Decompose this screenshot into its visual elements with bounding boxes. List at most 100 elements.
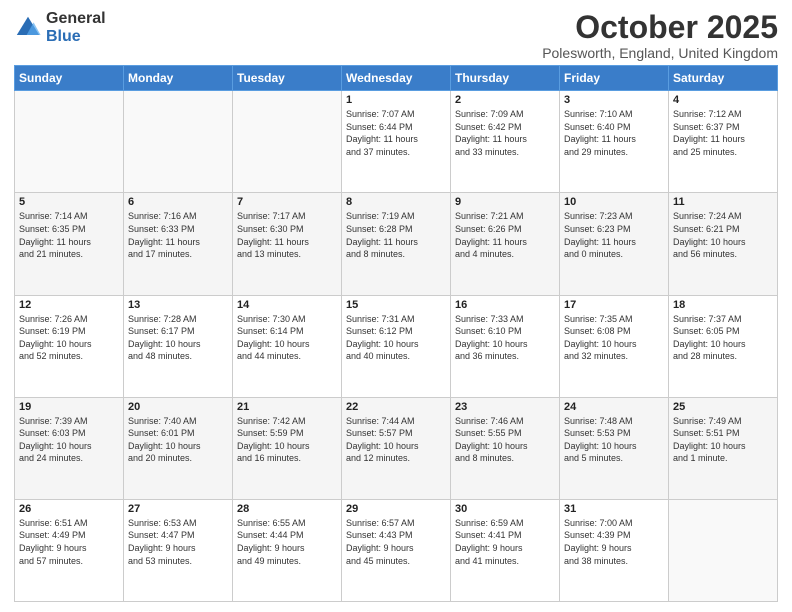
table-row: 13 Sunrise: 7:28 AM Sunset: 6:17 PM Dayli… — [124, 295, 233, 397]
day-number: 20 — [128, 401, 228, 413]
page: General Blue October 2025 Polesworth, En… — [0, 0, 792, 612]
calendar-week-row: 5 Sunrise: 7:14 AM Sunset: 6:35 PM Daylig… — [15, 193, 778, 295]
day-number: 22 — [346, 401, 446, 413]
day-info: Sunrise: 7:40 AM Sunset: 6:01 PM Dayligh… — [128, 415, 228, 465]
day-number: 21 — [237, 401, 337, 413]
table-row: 4 Sunrise: 7:12 AM Sunset: 6:37 PM Daylig… — [669, 91, 778, 193]
table-row: 25 Sunrise: 7:49 AM Sunset: 5:51 PM Dayli… — [669, 397, 778, 499]
day-number: 10 — [564, 196, 664, 208]
day-info: Sunrise: 6:55 AM Sunset: 4:44 PM Dayligh… — [237, 517, 337, 567]
day-number: 4 — [673, 94, 773, 106]
logo: General Blue — [14, 10, 106, 45]
day-info: Sunrise: 7:24 AM Sunset: 6:21 PM Dayligh… — [673, 210, 773, 260]
day-number: 13 — [128, 299, 228, 311]
day-info: Sunrise: 7:14 AM Sunset: 6:35 PM Dayligh… — [19, 210, 119, 260]
day-info: Sunrise: 7:10 AM Sunset: 6:40 PM Dayligh… — [564, 108, 664, 158]
day-info: Sunrise: 6:53 AM Sunset: 4:47 PM Dayligh… — [128, 517, 228, 567]
day-info: Sunrise: 7:19 AM Sunset: 6:28 PM Dayligh… — [346, 210, 446, 260]
header-friday: Friday — [560, 66, 669, 91]
table-row: 19 Sunrise: 7:39 AM Sunset: 6:03 PM Dayli… — [15, 397, 124, 499]
day-info: Sunrise: 7:28 AM Sunset: 6:17 PM Dayligh… — [128, 313, 228, 363]
day-info: Sunrise: 7:30 AM Sunset: 6:14 PM Dayligh… — [237, 313, 337, 363]
calendar-header-row: Sunday Monday Tuesday Wednesday Thursday… — [15, 66, 778, 91]
day-number: 30 — [455, 503, 555, 515]
logo-general-text: General — [46, 10, 106, 28]
day-info: Sunrise: 7:07 AM Sunset: 6:44 PM Dayligh… — [346, 108, 446, 158]
table-row: 27 Sunrise: 6:53 AM Sunset: 4:47 PM Dayli… — [124, 499, 233, 601]
table-row: 2 Sunrise: 7:09 AM Sunset: 6:42 PM Daylig… — [451, 91, 560, 193]
table-row: 23 Sunrise: 7:46 AM Sunset: 5:55 PM Dayli… — [451, 397, 560, 499]
table-row: 30 Sunrise: 6:59 AM Sunset: 4:41 PM Dayli… — [451, 499, 560, 601]
day-info: Sunrise: 6:59 AM Sunset: 4:41 PM Dayligh… — [455, 517, 555, 567]
day-number: 5 — [19, 196, 119, 208]
title-block: October 2025 Polesworth, England, United… — [542, 10, 778, 61]
table-row: 5 Sunrise: 7:14 AM Sunset: 6:35 PM Daylig… — [15, 193, 124, 295]
table-row: 22 Sunrise: 7:44 AM Sunset: 5:57 PM Dayli… — [342, 397, 451, 499]
day-info: Sunrise: 7:42 AM Sunset: 5:59 PM Dayligh… — [237, 415, 337, 465]
table-row: 31Sunrise: 7:00 AM Sunset: 4:39 PM Dayli… — [560, 499, 669, 601]
day-info: Sunrise: 7:46 AM Sunset: 5:55 PM Dayligh… — [455, 415, 555, 465]
calendar-week-row: 12 Sunrise: 7:26 AM Sunset: 6:19 PM Dayli… — [15, 295, 778, 397]
day-number: 16 — [455, 299, 555, 311]
day-number: 17 — [564, 299, 664, 311]
table-row: 12 Sunrise: 7:26 AM Sunset: 6:19 PM Dayli… — [15, 295, 124, 397]
table-row — [669, 499, 778, 601]
table-row — [15, 91, 124, 193]
day-info: Sunrise: 7:31 AM Sunset: 6:12 PM Dayligh… — [346, 313, 446, 363]
day-number: 18 — [673, 299, 773, 311]
day-number: 27 — [128, 503, 228, 515]
logo-icon — [14, 14, 42, 42]
day-number: 7 — [237, 196, 337, 208]
day-info: Sunrise: 7:48 AM Sunset: 5:53 PM Dayligh… — [564, 415, 664, 465]
table-row: 20 Sunrise: 7:40 AM Sunset: 6:01 PM Dayli… — [124, 397, 233, 499]
day-number: 2 — [455, 94, 555, 106]
location: Polesworth, England, United Kingdom — [542, 45, 778, 61]
table-row: 6Sunrise: 7:16 AM Sunset: 6:33 PM Daylig… — [124, 193, 233, 295]
day-info: Sunrise: 7:49 AM Sunset: 5:51 PM Dayligh… — [673, 415, 773, 465]
logo-blue-text: Blue — [46, 28, 106, 46]
day-info: Sunrise: 7:44 AM Sunset: 5:57 PM Dayligh… — [346, 415, 446, 465]
calendar-week-row: 1 Sunrise: 7:07 AM Sunset: 6:44 PM Daylig… — [15, 91, 778, 193]
day-number: 15 — [346, 299, 446, 311]
table-row: 9 Sunrise: 7:21 AM Sunset: 6:26 PM Daylig… — [451, 193, 560, 295]
table-row: 21 Sunrise: 7:42 AM Sunset: 5:59 PM Dayli… — [233, 397, 342, 499]
table-row: 17Sunrise: 7:35 AM Sunset: 6:08 PM Dayli… — [560, 295, 669, 397]
day-info: Sunrise: 7:00 AM Sunset: 4:39 PM Dayligh… — [564, 517, 664, 567]
day-number: 3 — [564, 94, 664, 106]
table-row: 18 Sunrise: 7:37 AM Sunset: 6:05 PM Dayli… — [669, 295, 778, 397]
day-number: 23 — [455, 401, 555, 413]
day-number: 25 — [673, 401, 773, 413]
table-row: 16 Sunrise: 7:33 AM Sunset: 6:10 PM Dayli… — [451, 295, 560, 397]
day-number: 29 — [346, 503, 446, 515]
day-info: Sunrise: 7:26 AM Sunset: 6:19 PM Dayligh… — [19, 313, 119, 363]
day-info: Sunrise: 7:09 AM Sunset: 6:42 PM Dayligh… — [455, 108, 555, 158]
table-row: 24 Sunrise: 7:48 AM Sunset: 5:53 PM Dayli… — [560, 397, 669, 499]
day-info: Sunrise: 7:21 AM Sunset: 6:26 PM Dayligh… — [455, 210, 555, 260]
day-info: Sunrise: 7:12 AM Sunset: 6:37 PM Dayligh… — [673, 108, 773, 158]
table-row: 15 Sunrise: 7:31 AM Sunset: 6:12 PM Dayli… — [342, 295, 451, 397]
header-monday: Monday — [124, 66, 233, 91]
day-info: Sunrise: 7:39 AM Sunset: 6:03 PM Dayligh… — [19, 415, 119, 465]
table-row: 10 Sunrise: 7:23 AM Sunset: 6:23 PM Dayli… — [560, 193, 669, 295]
day-number: 9 — [455, 196, 555, 208]
header-wednesday: Wednesday — [342, 66, 451, 91]
header-tuesday: Tuesday — [233, 66, 342, 91]
day-number: 1 — [346, 94, 446, 106]
day-info: Sunrise: 7:23 AM Sunset: 6:23 PM Dayligh… — [564, 210, 664, 260]
calendar-week-row: 19 Sunrise: 7:39 AM Sunset: 6:03 PM Dayli… — [15, 397, 778, 499]
day-number: 28 — [237, 503, 337, 515]
day-number: 12 — [19, 299, 119, 311]
day-info: Sunrise: 7:37 AM Sunset: 6:05 PM Dayligh… — [673, 313, 773, 363]
table-row: 14Sunrise: 7:30 AM Sunset: 6:14 PM Dayli… — [233, 295, 342, 397]
day-info: Sunrise: 6:51 AM Sunset: 4:49 PM Dayligh… — [19, 517, 119, 567]
day-info: Sunrise: 6:57 AM Sunset: 4:43 PM Dayligh… — [346, 517, 446, 567]
day-info: Sunrise: 7:33 AM Sunset: 6:10 PM Dayligh… — [455, 313, 555, 363]
day-number: 19 — [19, 401, 119, 413]
table-row: 11Sunrise: 7:24 AM Sunset: 6:21 PM Dayli… — [669, 193, 778, 295]
table-row: 26Sunrise: 6:51 AM Sunset: 4:49 PM Dayli… — [15, 499, 124, 601]
header-sunday: Sunday — [15, 66, 124, 91]
day-number: 24 — [564, 401, 664, 413]
table-row: 1 Sunrise: 7:07 AM Sunset: 6:44 PM Daylig… — [342, 91, 451, 193]
calendar-table: Sunday Monday Tuesday Wednesday Thursday… — [14, 65, 778, 602]
header: General Blue October 2025 Polesworth, En… — [14, 10, 778, 61]
